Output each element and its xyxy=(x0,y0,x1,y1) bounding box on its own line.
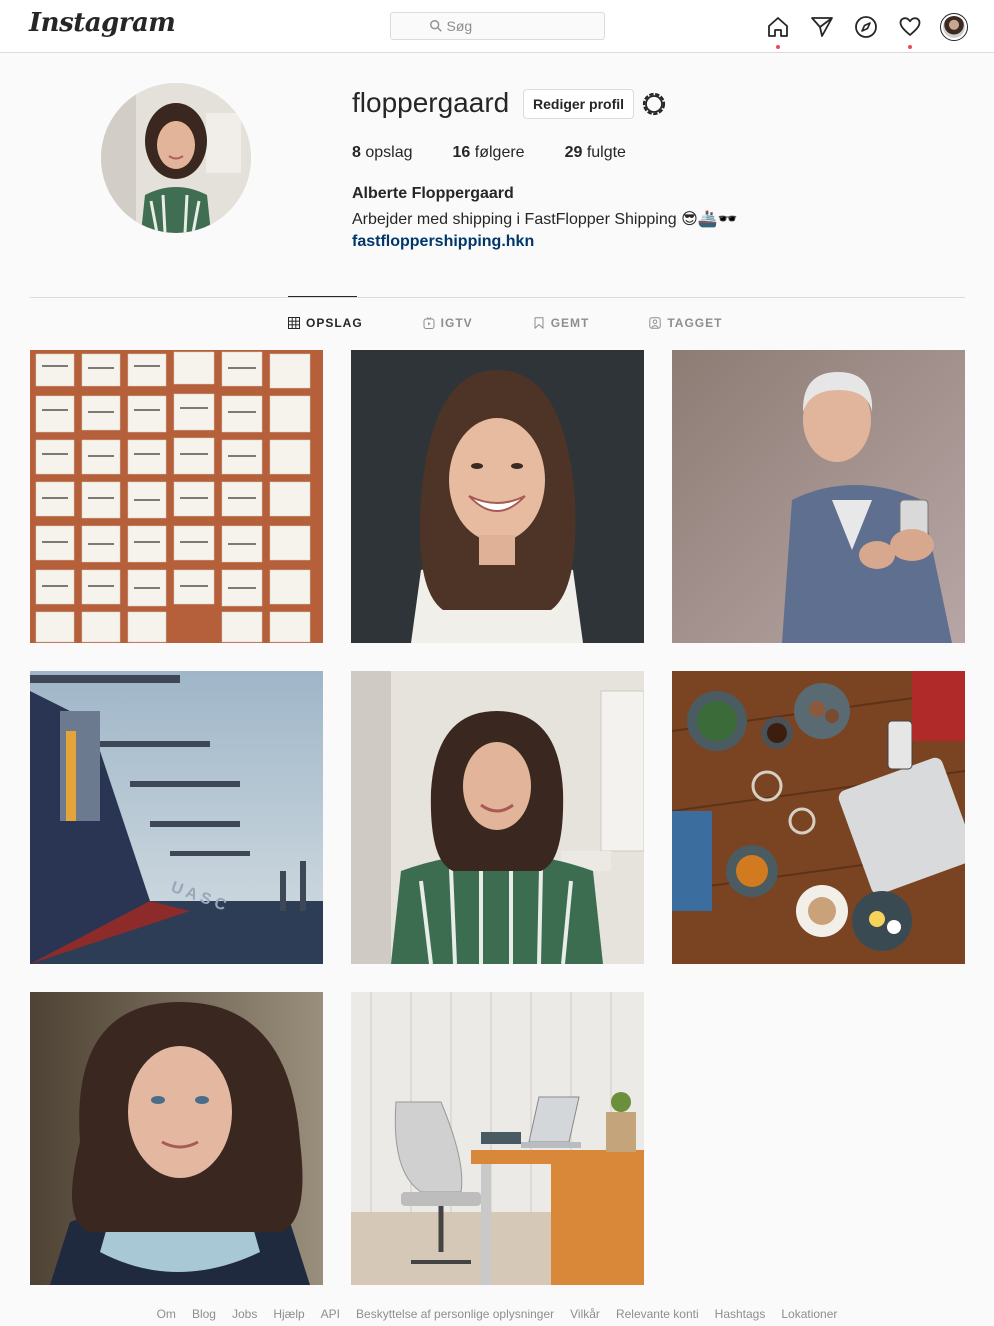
tab-igtv[interactable]: IGTV xyxy=(423,316,473,330)
edit-profile-button[interactable]: Rediger profil xyxy=(523,89,635,119)
search-icon xyxy=(429,20,442,32)
tab-tagged-label: TAGGET xyxy=(667,316,723,330)
direct-icon xyxy=(811,17,833,37)
footer-links: Om Blog Jobs Hjælp API Beskyttelse af pe… xyxy=(0,1307,994,1321)
post-tile[interactable] xyxy=(351,992,644,1285)
footer-link-jobs[interactable]: Jobs xyxy=(232,1307,257,1321)
followers-count-label: følgere xyxy=(474,144,525,161)
footer-link-top-accounts[interactable]: Relevante konti xyxy=(616,1307,699,1321)
tagged-icon xyxy=(649,317,662,329)
post-image-woman-with-scarf xyxy=(30,992,323,1285)
post-tile[interactable] xyxy=(30,992,323,1285)
post-image-container-ship: U A S C xyxy=(30,671,323,964)
igtv-icon xyxy=(423,317,435,329)
footer-link-locations[interactable]: Lokationer xyxy=(781,1307,837,1321)
post-image-man-with-phone xyxy=(672,350,965,643)
profile-picture-image xyxy=(101,83,251,233)
explore-button[interactable] xyxy=(852,13,880,41)
footer-link-help[interactable]: Hjælp xyxy=(273,1307,304,1321)
home-notification-dot xyxy=(776,45,780,49)
tab-posts-label: OPSLAG xyxy=(306,316,363,330)
top-navigation-bar: Instagram xyxy=(0,0,994,53)
post-tile[interactable] xyxy=(672,350,965,643)
posts-count-label: opslag xyxy=(365,144,413,161)
activity-button[interactable] xyxy=(896,13,924,49)
post-tile[interactable] xyxy=(351,671,644,964)
direct-button[interactable] xyxy=(808,13,836,41)
profile-username: floppergaard xyxy=(352,87,510,118)
footer-link-api[interactable]: API xyxy=(321,1307,340,1321)
footer-link-blog[interactable]: Blog xyxy=(192,1307,216,1321)
footer-link-terms[interactable]: Vilkår xyxy=(570,1307,600,1321)
post-image-sticky-notes xyxy=(30,350,323,643)
profile-full-name: Alberte Floppergaard xyxy=(352,185,514,202)
home-icon xyxy=(768,17,788,37)
nav-icons xyxy=(748,13,968,49)
footer-link-about[interactable]: Om xyxy=(157,1307,176,1321)
tab-tagged[interactable]: TAGGET xyxy=(649,316,722,330)
profile-avatar xyxy=(940,13,968,41)
footer-link-hashtags[interactable]: Hashtags xyxy=(715,1307,766,1321)
following-count[interactable]: 29 fulgte xyxy=(565,144,626,162)
profile-bio: Arbejder med shipping i FastFlopper Ship… xyxy=(352,211,738,228)
post-image-coffee-table xyxy=(672,671,965,964)
profile-tabs: OPSLAG IGTV GEMT TAGGET xyxy=(288,316,782,330)
post-image-smiling-woman xyxy=(351,350,644,643)
profile-stats: 8 opslag 16 følgere 29 fulgte xyxy=(352,144,666,162)
instagram-logo[interactable]: Instagram xyxy=(29,8,176,38)
explore-icon xyxy=(855,16,877,38)
active-tab-indicator xyxy=(288,296,357,297)
post-image-woman-green-dress xyxy=(351,671,644,964)
home-button[interactable] xyxy=(764,13,792,49)
followers-count[interactable]: 16 følgere xyxy=(453,144,525,162)
followers-count-value: 16 xyxy=(452,144,471,161)
tab-igtv-label: IGTV xyxy=(440,316,473,330)
search-input[interactable] xyxy=(446,18,567,34)
activity-notification-dot xyxy=(908,45,912,49)
tabs-divider xyxy=(30,297,965,298)
footer-link-privacy[interactable]: Beskyttelse af personlige oplysninger xyxy=(356,1307,554,1321)
activity-heart-icon xyxy=(899,17,921,36)
search-box[interactable] xyxy=(390,12,605,40)
bookmark-icon xyxy=(534,317,544,329)
post-image-office-desk xyxy=(351,992,644,1285)
post-tile[interactable] xyxy=(351,350,644,643)
tab-saved-label: GEMT xyxy=(550,316,590,330)
following-count-label: fulgte xyxy=(586,144,626,161)
following-count-value: 29 xyxy=(564,144,583,161)
profile-website-link[interactable]: fastfloppershipping.hkn xyxy=(352,233,534,251)
posts-count-value: 8 xyxy=(352,144,361,161)
tab-posts[interactable]: OPSLAG xyxy=(288,316,363,330)
tab-saved[interactable]: GEMT xyxy=(533,316,590,330)
post-tile[interactable] xyxy=(30,350,323,643)
grid-icon xyxy=(288,317,300,329)
post-tile[interactable]: U A S C xyxy=(30,671,323,964)
post-tile[interactable] xyxy=(672,671,965,964)
profile-picture[interactable] xyxy=(101,83,251,233)
posts-count[interactable]: 8 opslag xyxy=(352,144,413,162)
profile-button[interactable] xyxy=(940,13,968,41)
settings-gear-icon[interactable] xyxy=(641,91,667,117)
